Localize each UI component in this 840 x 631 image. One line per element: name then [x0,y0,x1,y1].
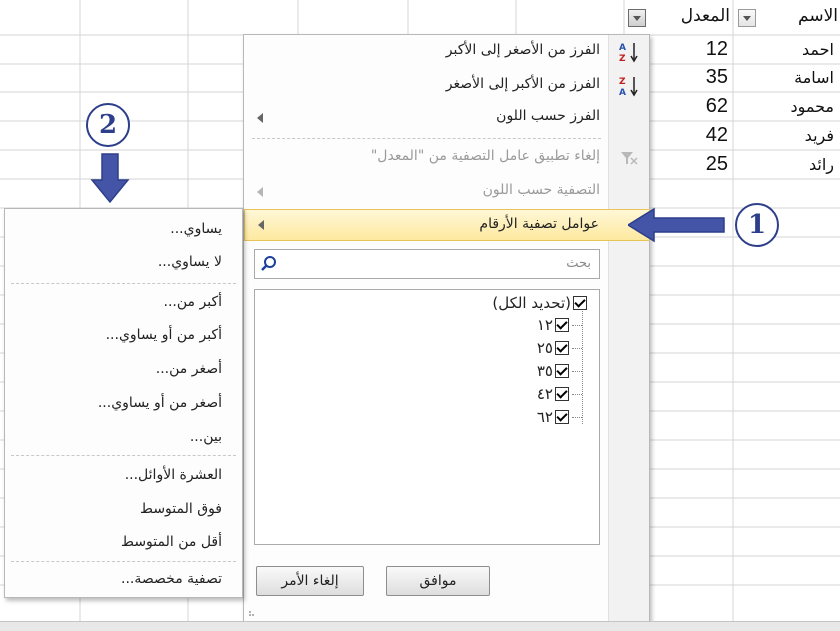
callout-arrow-left-icon [628,207,725,243]
submenu-separator [11,561,236,562]
value-checkbox[interactable]: ٦٢ [537,406,569,428]
submenu-separator [11,283,236,284]
menu-label: التصفية حسب اللون [482,182,600,198]
callout-arrow-down-icon [90,153,130,204]
svg-text:A: A [619,88,626,97]
svg-text:Z: Z [619,54,626,63]
header-name: الاسم [798,6,838,26]
row-value: 12 [705,38,728,60]
menu-label: الفرز من الأكبر إلى الأصغر [445,76,600,92]
tree-line [572,394,582,395]
select-all-checkbox[interactable]: (تحديد الكل) [492,292,587,314]
submenu-item-greater[interactable]: أكبر من... [164,294,222,310]
cancel-button[interactable]: إلغاء الأمر [256,566,364,596]
menu-sort-by-color[interactable]: الفرز حسب اللون [244,103,650,133]
checkbox-label: ٢٥ [536,338,553,357]
search-input[interactable]: بحث [254,249,600,279]
menu-label: الفرز من الأصغر إلى الأكبر [445,42,600,58]
submenu-item-below-average[interactable]: أقل من المتوسط [121,534,222,550]
row-name: رائد [808,155,834,174]
menu-label: الفرز حسب اللون [496,108,600,124]
row-value: 62 [705,95,728,117]
menu-filter-by-color: التصفية حسب اللون [244,177,650,207]
checkbox-label: (تحديد الكل) [492,293,571,312]
ok-button[interactable]: موافق [386,566,490,596]
row-value: 35 [705,66,728,88]
submenu-item-not-equals[interactable]: لا يساوي... [158,254,222,270]
checkbox[interactable] [555,317,569,332]
row-name: فريد [804,126,834,145]
menu-sort-ascending[interactable]: A Z الفرز من الأصغر إلى الأكبر [244,37,650,67]
submenu-item-above-average[interactable]: فوق المتوسط [140,501,222,517]
header-average: المعدل [680,6,730,26]
submenu-item-top10[interactable]: العشرة الأوائل... [125,467,222,483]
tree-line [582,308,583,424]
values-checklist[interactable]: (تحديد الكل) ١٢ ٢٥ ٣٥ ٤٢ ٦٢ [254,289,600,545]
checkbox-label: ١٢ [536,315,553,334]
clear-filter-icon [621,152,638,165]
checkbox-label: ٤٢ [536,384,553,403]
callout-number-two: 2 [86,103,130,147]
checkbox[interactable] [555,386,569,401]
name-filter-button[interactable] [738,9,756,27]
menu-label: عوامل تصفية الأرقام [479,216,599,232]
checkbox-label: ٦٢ [536,407,553,426]
resize-grip-icon[interactable] [248,607,258,617]
menu-label: إلغاء تطبيق عامل التصفية من "المعدل" [370,148,600,164]
sort-descending-icon: Z A [619,77,638,97]
callout-number-one: 1 [735,203,779,247]
row-name: محمود [790,97,834,116]
submenu-item-between[interactable]: بين... [190,429,222,445]
tree-line [572,417,582,418]
row-name: احمد [802,40,834,59]
submenu-arrow-icon [258,220,264,230]
checkbox[interactable] [555,409,569,424]
menu-separator [252,138,601,139]
submenu-item-less[interactable]: أصغر من... [156,361,222,377]
checkbox-label: ٣٥ [536,361,553,380]
svg-text:Z: Z [619,77,626,87]
row-name: اسامة [794,68,834,87]
submenu-separator [11,455,236,456]
submenu-arrow-icon [257,113,263,123]
checkbox[interactable] [573,295,587,310]
checkbox[interactable] [555,340,569,355]
menu-number-filters[interactable]: عوامل تصفية الأرقام [244,209,650,241]
value-checkbox[interactable]: ٣٥ [537,360,569,382]
value-checkbox[interactable]: ٤٢ [537,383,569,405]
value-checkbox[interactable]: ١٢ [537,314,569,336]
value-checkbox[interactable]: ٢٥ [537,337,569,359]
search-icon [261,256,276,271]
tree-line [572,325,582,326]
row-value: 25 [705,153,728,175]
submenu-item-greater-equal[interactable]: أكبر من أو يساوي... [106,327,222,343]
search-placeholder: بحث [566,256,591,271]
checkbox[interactable] [555,363,569,378]
submenu-item-custom-filter[interactable]: تصفية مخصصة... [121,571,222,587]
submenu-arrow-icon [257,187,263,197]
average-filter-button[interactable] [628,9,646,27]
svg-text:A: A [619,43,626,53]
filter-dropdown: A Z الفرز من الأصغر إلى الأكبر Z A الفرز… [243,34,650,622]
number-filters-submenu: يساوي... لا يساوي... أكبر من... أكبر من … [4,208,243,598]
sort-ascending-icon: A Z [619,43,638,63]
submenu-item-equals[interactable]: يساوي... [170,221,222,237]
submenu-item-less-equal[interactable]: أصغر من أو يساوي... [98,395,222,411]
menu-clear-filter: إلغاء تطبيق عامل التصفية من "المعدل" [244,143,650,173]
menu-sort-descending[interactable]: Z A الفرز من الأكبر إلى الأصغر [244,71,650,101]
row-value: 42 [705,124,728,146]
tree-line [572,348,582,349]
tree-line [572,371,582,372]
